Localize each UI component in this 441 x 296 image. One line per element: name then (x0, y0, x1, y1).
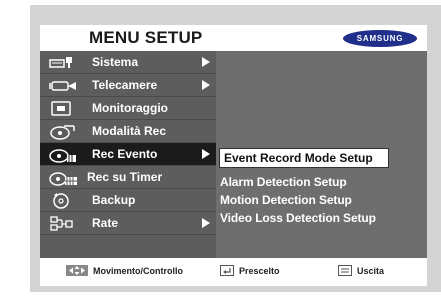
monitor-icon (48, 100, 80, 117)
network-icon (48, 215, 80, 232)
menu-item-label: Sistema (92, 55, 139, 69)
menu-key-icon (338, 265, 352, 276)
footer-select-label: Prescelto (239, 265, 280, 276)
menu-item-sistema[interactable]: Sistema (40, 51, 216, 74)
footer-hints: Movimento/Controllo Prescelto Uscita (40, 258, 427, 286)
submenu-item-motion-detection-setup[interactable]: Motion Detection Setup (220, 193, 352, 207)
submenu-arrow-icon (202, 57, 210, 67)
camera-icon (48, 77, 80, 94)
submenu-item-alarm-detection-setup[interactable]: Alarm Detection Setup (220, 175, 347, 189)
direction-keys-icon (66, 265, 88, 276)
brand-logo: SAMSUNG (343, 30, 417, 47)
menu-item-modalita-rec[interactable]: Modalità Rec (40, 120, 216, 143)
system-icon (48, 54, 80, 71)
footer-exit-hint: Uscita (338, 265, 384, 276)
timer-record-icon (48, 169, 80, 186)
menu-item-label: Rec su Timer (87, 170, 163, 184)
menu-item-label: Rate (92, 216, 119, 230)
footer-select-hint: Prescelto (220, 265, 280, 276)
menu-item-label: Telecamere (92, 78, 158, 92)
menu-item-monitoraggio[interactable]: Monitoraggio (40, 97, 216, 120)
page-title: MENU SETUP (89, 28, 203, 47)
brand-logo-text: SAMSUNG (356, 34, 404, 43)
event-record-icon (48, 146, 80, 163)
footer-move-label: Movimento/Controllo (93, 265, 183, 276)
menu-item-rate[interactable]: Rate (40, 212, 216, 235)
menu-item-label: Monitoraggio (92, 101, 168, 115)
menu-item-label: Modalità Rec (92, 124, 167, 138)
menu-item-label: Backup (92, 193, 136, 207)
submenu-item-event-record-mode-setup[interactable]: Event Record Mode Setup (219, 148, 389, 168)
record-mode-icon (48, 123, 80, 140)
submenu-arrow-icon (202, 218, 210, 228)
menu-item-telecamere[interactable]: Telecamere (40, 74, 216, 97)
menu-header: MENU SETUP SAMSUNG (40, 25, 427, 51)
footer-exit-label: Uscita (357, 265, 385, 276)
menu-item-backup[interactable]: Backup (40, 189, 216, 212)
footer-move-hint: Movimento/Controllo (66, 265, 183, 276)
submenu-arrow-icon (202, 149, 210, 159)
menu-item-label: Rec Evento (92, 147, 158, 161)
enter-key-icon (220, 265, 234, 276)
menu-item-rec-su-timer[interactable]: Rec su Timer (40, 166, 216, 189)
backup-icon (48, 192, 80, 209)
submenu-arrow-icon (202, 80, 210, 90)
menu-item-rec-evento[interactable]: Rec Evento (40, 143, 216, 166)
main-menu: Sistema Telecamere Monitoraggio Modalità… (40, 51, 216, 258)
submenu-item-video-loss-detection-setup[interactable]: Video Loss Detection Setup (220, 211, 376, 225)
